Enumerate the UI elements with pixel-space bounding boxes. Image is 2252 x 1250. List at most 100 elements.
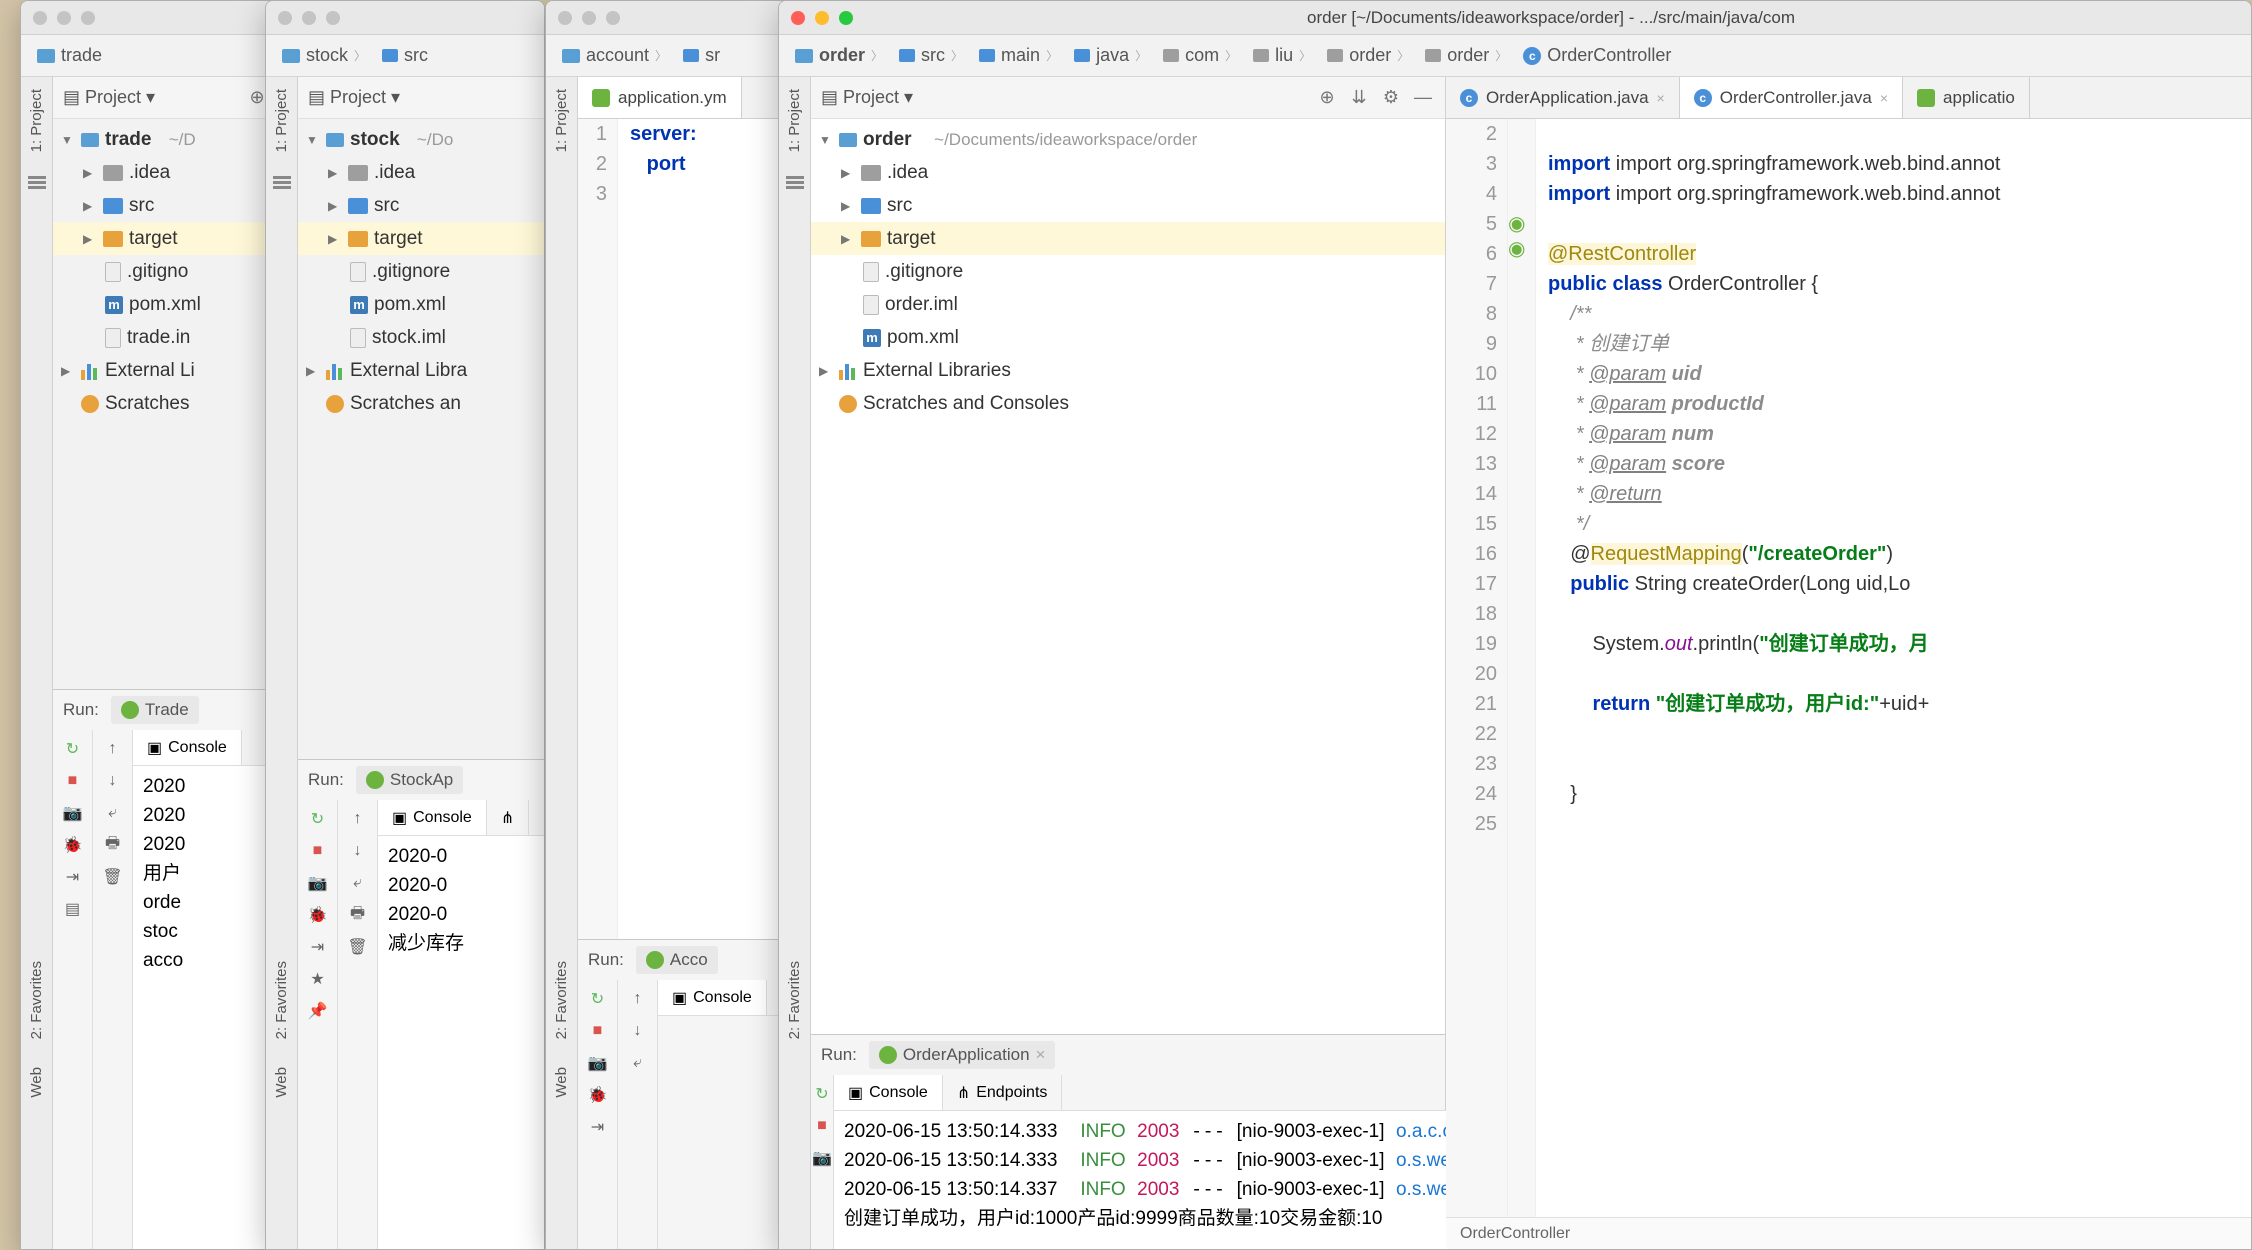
tree-root[interactable]: ▼stock ~/Do — [298, 123, 544, 156]
tab-project[interactable]: 1: Project — [269, 85, 294, 156]
console-output[interactable]: 2020 2020 2020 用户 orde stoc acco — [133, 766, 279, 1249]
down-icon[interactable]: ↓ — [347, 840, 369, 862]
tab-project[interactable]: 1: Project — [24, 85, 49, 156]
tree-item[interactable]: stock.iml — [298, 321, 544, 354]
tree-root[interactable]: ▼trade ~/D — [53, 123, 279, 156]
tab-web[interactable]: Web — [269, 1063, 294, 1102]
tab-favorites[interactable]: 2: Favorites — [24, 957, 49, 1043]
breadcrumb[interactable]: cOrderController — [1517, 43, 1677, 68]
project-tree[interactable]: ▼order ~/Documents/ideaworkspace/order ▶… — [811, 119, 1445, 1034]
structure-icon[interactable] — [273, 176, 291, 194]
zoom-icon[interactable] — [606, 11, 620, 25]
camera-icon[interactable]: 📷 — [587, 1052, 609, 1074]
zoom-icon[interactable] — [81, 11, 95, 25]
titlebar[interactable] — [21, 1, 279, 35]
bug-icon[interactable]: 🐞 — [587, 1084, 609, 1106]
tab-favorites[interactable]: 2: Favorites — [782, 957, 807, 1043]
breadcrumb[interactable]: stock〉 — [276, 43, 372, 68]
breadcrumb[interactable]: src — [376, 43, 434, 68]
collapse-icon[interactable]: ⇊ — [1347, 86, 1371, 110]
stop-icon[interactable]: ■ — [587, 1020, 609, 1042]
actuator-tab[interactable]: ⋔ — [487, 800, 529, 835]
editor-tab[interactable]: cOrderApplication.java× — [1446, 77, 1680, 118]
exit-icon[interactable]: ⇥ — [587, 1116, 609, 1138]
bug-icon[interactable]: 🐞 — [307, 904, 329, 926]
minimize-icon[interactable] — [302, 11, 316, 25]
breadcrumb[interactable]: order〉 — [789, 43, 889, 68]
code-content[interactable]: import import org.springframework.web.bi… — [1536, 119, 2251, 1217]
editor-breadcrumb[interactable]: OrderController — [1446, 1217, 2251, 1249]
run-config-tab[interactable]: StockAp — [356, 766, 463, 794]
tree-item[interactable]: ▶.idea — [53, 156, 279, 189]
titlebar[interactable] — [266, 1, 544, 35]
tree-external-libs[interactable]: ▶External Libra — [298, 354, 544, 387]
tree-scratches[interactable]: Scratches an — [298, 387, 544, 420]
console-tab[interactable]: ▣ Console — [658, 980, 767, 1015]
tab-project[interactable]: 1: Project — [782, 85, 807, 156]
project-tree[interactable]: ▼trade ~/D ▶.idea ▶src ▶target .gitigno … — [53, 119, 279, 689]
gear-icon[interactable]: ⚙ — [1379, 86, 1403, 110]
tab-favorites[interactable]: 2: Favorites — [269, 957, 294, 1043]
rerun-icon[interactable]: ↻ — [307, 808, 329, 830]
tree-item[interactable]: ▶src — [53, 189, 279, 222]
tab-project[interactable]: 1: Project — [549, 85, 574, 156]
camera-icon[interactable]: 📷 — [811, 1147, 833, 1169]
breadcrumb[interactable]: src〉 — [893, 43, 969, 68]
code-editor[interactable]: 2345678910111213141516171819202122232425… — [1446, 119, 2251, 1217]
close-icon[interactable] — [278, 11, 292, 25]
tab-web[interactable]: Web — [24, 1063, 49, 1102]
tree-item-target[interactable]: ▶target — [298, 222, 544, 255]
wrap-icon[interactable]: ⤶ — [102, 802, 124, 824]
down-icon[interactable]: ↓ — [102, 770, 124, 792]
minimize-icon[interactable] — [815, 11, 829, 25]
structure-icon[interactable] — [786, 176, 804, 194]
breadcrumb[interactable]: sr — [677, 43, 726, 68]
trash-icon[interactable]: 🗑 — [347, 936, 369, 958]
structure-icon[interactable] — [28, 176, 46, 194]
star-icon[interactable]: ★ — [307, 968, 329, 990]
titlebar[interactable] — [546, 1, 794, 35]
project-view-selector[interactable]: ▤ Project ▾ — [308, 87, 400, 108]
tree-item[interactable]: ▶src — [298, 189, 544, 222]
tree-item[interactable]: .gitignore — [298, 255, 544, 288]
down-icon[interactable]: ↓ — [627, 1020, 649, 1042]
bug-icon[interactable]: 🐞 — [62, 834, 84, 856]
tree-scratches[interactable]: Scratches and Consoles — [811, 387, 1445, 420]
stop-icon[interactable]: ■ — [62, 770, 84, 792]
tree-item[interactable]: ▶src — [811, 189, 1445, 222]
console-tab[interactable]: ▣ Console — [133, 730, 242, 765]
tree-item[interactable]: trade.in — [53, 321, 279, 354]
project-tree[interactable]: ▼stock ~/Do ▶.idea ▶src ▶target .gitigno… — [298, 119, 544, 759]
project-view-selector[interactable]: ▤ Project ▾ — [821, 87, 913, 108]
breadcrumb[interactable]: com〉 — [1157, 43, 1243, 68]
rerun-icon[interactable]: ↻ — [62, 738, 84, 760]
tree-item[interactable]: ▶.idea — [811, 156, 1445, 189]
stop-icon[interactable]: ■ — [811, 1115, 833, 1137]
tree-root[interactable]: ▼order ~/Documents/ideaworkspace/order — [811, 123, 1445, 156]
zoom-icon[interactable] — [839, 11, 853, 25]
exit-icon[interactable]: ⇥ — [62, 866, 84, 888]
endpoints-tab[interactable]: ⋔ Endpoints — [943, 1075, 1063, 1110]
breadcrumb[interactable]: order〉 — [1419, 43, 1513, 68]
breadcrumb[interactable]: main〉 — [973, 43, 1064, 68]
zoom-icon[interactable] — [326, 11, 340, 25]
tab-favorites[interactable]: 2: Favorites — [549, 957, 574, 1043]
run-config-tab[interactable]: Acco — [636, 946, 718, 974]
breadcrumb[interactable]: java〉 — [1068, 43, 1153, 68]
tree-item-target[interactable]: ▶target — [53, 222, 279, 255]
minimize-icon[interactable] — [57, 11, 71, 25]
tree-external-libs[interactable]: ▶External Libraries — [811, 354, 1445, 387]
close-icon[interactable] — [33, 11, 47, 25]
tree-item-target[interactable]: ▶target — [811, 222, 1445, 255]
project-view-selector[interactable]: ▤ Project ▾ — [63, 87, 155, 108]
rerun-icon[interactable]: ↻ — [811, 1083, 833, 1105]
editor-tab[interactable]: applicatio — [1903, 77, 2030, 118]
up-icon[interactable]: ↑ — [627, 988, 649, 1010]
console-tab[interactable]: ▣ Console — [378, 800, 487, 835]
close-icon[interactable] — [791, 11, 805, 25]
tab-web[interactable]: Web — [549, 1063, 574, 1102]
editor-tab[interactable]: application.ym — [578, 77, 742, 118]
print-icon[interactable]: 🖶 — [102, 834, 124, 856]
tree-scratches[interactable]: Scratches — [53, 387, 279, 420]
tree-item[interactable]: ▶.idea — [298, 156, 544, 189]
